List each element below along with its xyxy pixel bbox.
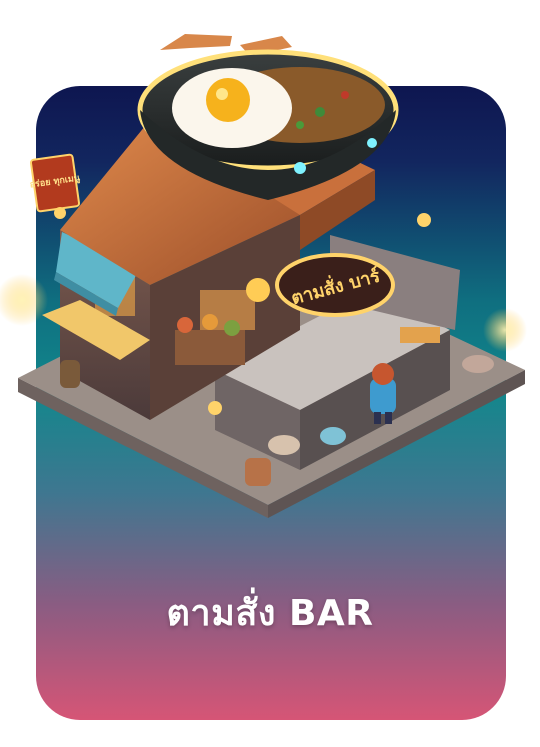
restaurant-illustration: ตามสั่ง บาร์ อร่อย ทุกเมนู [0,34,527,518]
lantern [417,213,431,227]
lantern [208,401,222,415]
side-sign: อร่อย ทุกเมนู [29,153,81,213]
lamp [246,278,270,302]
left-glow [0,274,48,326]
lantern [54,207,66,219]
neon-sign: ตามสั่ง บาร์ [275,253,395,317]
card-title: ตามสั่ง BAR [166,593,374,634]
right-glow [483,308,527,352]
